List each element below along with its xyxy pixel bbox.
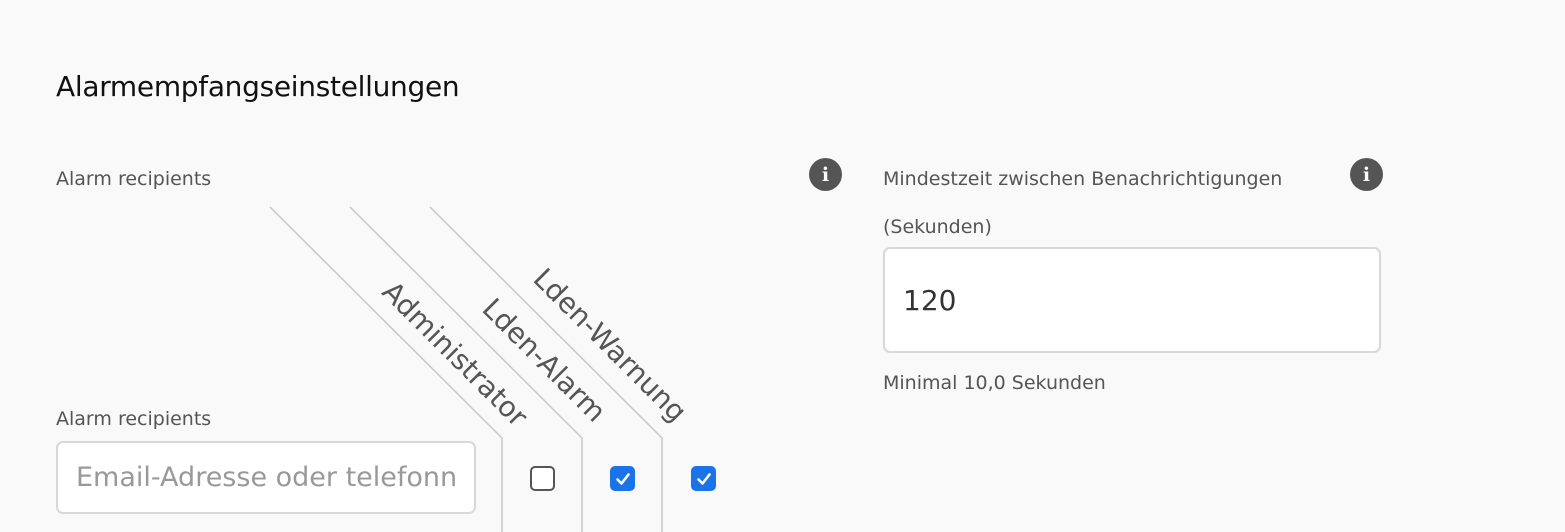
alarm-recipients-field-label: Alarm recipients [56,408,212,430]
min-interval-unit-label: (Sekunden) [883,216,992,238]
recipient-email-input[interactable] [56,441,476,514]
lden-alarm-checkbox[interactable] [610,466,635,491]
column-label-administrator: Administrator [375,274,535,434]
info-icon[interactable]: i [1350,158,1383,191]
min-interval-label: Mindestzeit zwischen Benachrichtigungen [883,168,1283,190]
info-icon[interactable]: i [809,158,842,191]
section-title: Alarmempfangseinstellungen [56,70,460,103]
alarm-recipients-header-label: Alarm recipients [56,168,212,190]
alarm-settings-page: Alarmempfangseinstellungen Alarm recipie… [0,0,1565,532]
min-interval-input[interactable] [883,247,1381,353]
min-interval-hint: Minimal 10,0 Sekunden [883,372,1106,394]
administrator-checkbox[interactable] [530,466,555,491]
checkmark-icon [696,472,711,485]
checkmark-icon [615,472,630,485]
lden-warnung-checkbox[interactable] [691,466,716,491]
